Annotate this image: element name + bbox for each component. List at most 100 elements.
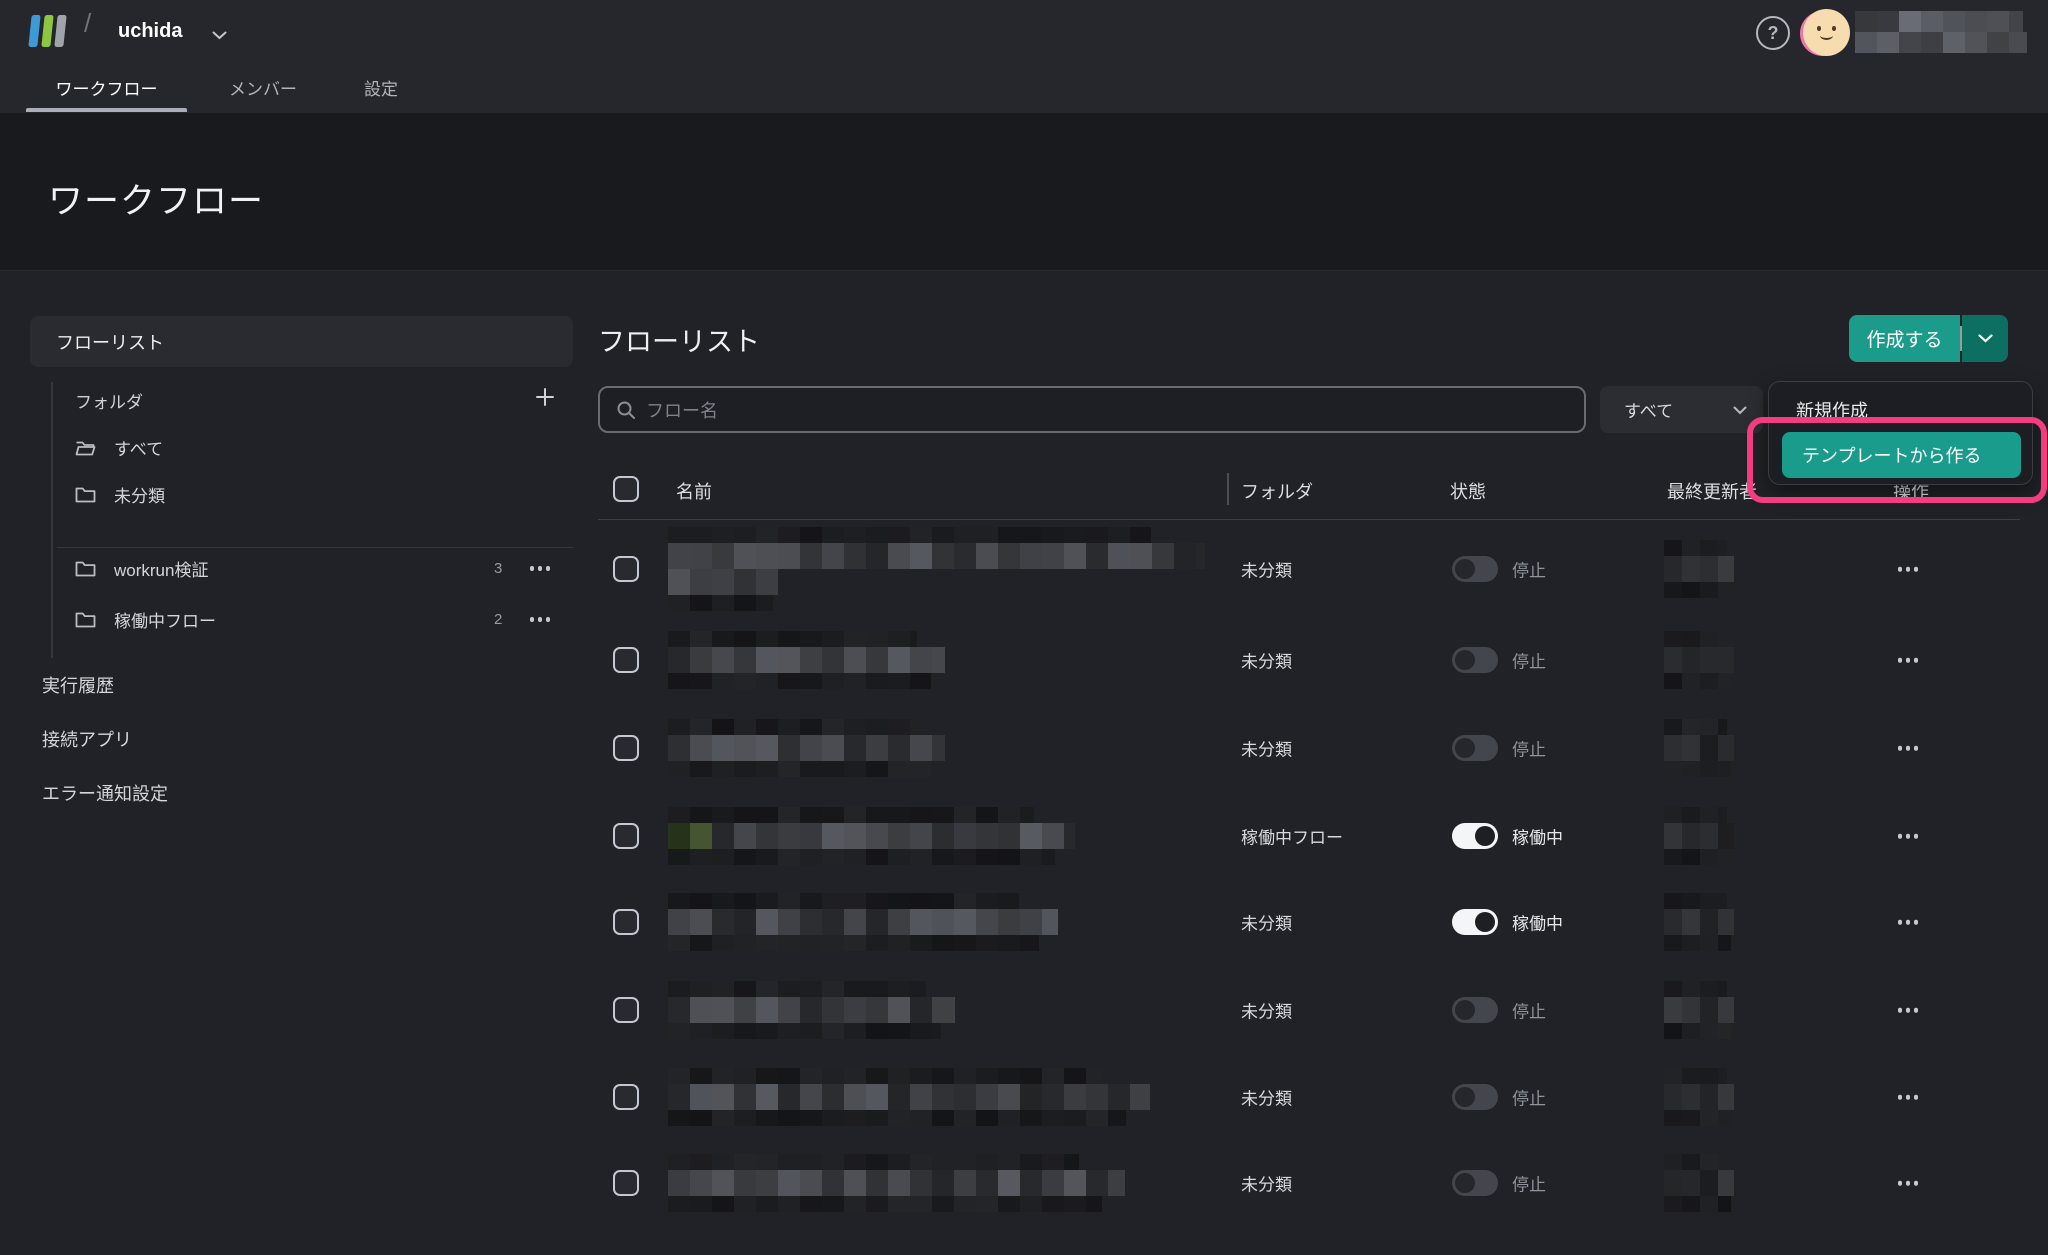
status-label: 停止 [1512,648,1546,673]
tab-メンバー[interactable]: メンバー [204,62,322,112]
workspace-name[interactable]: uchida [118,20,182,43]
sidebar-item-flow-list[interactable]: フローリスト [30,316,573,367]
folder-label: 未分類 [114,482,165,507]
sidebar-indent-guide [51,382,53,658]
filter-chevron-down-icon [1733,400,1747,420]
updated-by-redacted [1664,1068,1734,1126]
folder-menu-button[interactable] [528,617,552,622]
status-label: 停止 [1512,1171,1546,1196]
column-header-フォルダ: フォルダ [1241,478,1313,504]
row-folder: 未分類 [1241,557,1292,582]
row-menu-button[interactable] [1896,1181,1920,1186]
sidebar-folder-すべて[interactable]: すべて [75,432,163,462]
row-folder: 未分類 [1241,736,1292,761]
sidebar-folder-未分類[interactable]: 未分類 [75,479,165,509]
search-icon [616,400,636,420]
folder-label: すべて [114,435,163,460]
row-menu-button[interactable] [1896,567,1920,572]
toggle-knob [1475,826,1495,846]
column-header-最終更新者: 最終更新者 [1667,478,1757,504]
row-checkbox[interactable] [613,556,639,582]
folders-section-label: フォルダ [75,388,143,413]
flow-name-redacted [668,807,1075,865]
avatar[interactable] [1803,9,1850,56]
breadcrumb-separator: / [84,8,91,39]
toggle-knob [1475,912,1495,932]
row-folder: 未分類 [1241,648,1292,673]
row-checkbox[interactable] [613,1084,639,1110]
row-checkbox[interactable] [613,997,639,1023]
toggle-knob [1455,738,1475,758]
row-menu-button[interactable] [1896,834,1920,839]
status-toggle[interactable] [1452,735,1498,761]
folder-icon [75,486,96,503]
sidebar-item-実行履歴[interactable]: 実行履歴 [42,672,114,698]
workspace-chevron-down-icon[interactable] [212,27,227,45]
add-folder-button[interactable] [532,384,558,410]
column-header-状態: 状態 [1450,478,1486,504]
status-filter-select[interactable]: すべて [1600,386,1763,433]
app-logo-icon[interactable] [30,15,65,47]
row-checkbox[interactable] [613,823,639,849]
workflow-app: / uchida ? ワークフローメンバー設定 ワークフロー フローリスト フォ… [0,0,2048,1255]
search-placeholder: フロー名 [646,397,718,423]
folder-icon [75,560,96,577]
updated-by-redacted [1664,807,1734,865]
row-checkbox[interactable] [613,909,639,935]
column-separator [1227,473,1229,505]
row-checkbox[interactable] [613,735,639,761]
sidebar-folder-稼働中フロー[interactable]: 稼働中フロー [75,604,216,634]
select-all-checkbox[interactable] [613,476,639,502]
updated-by-redacted [1664,540,1734,598]
status-label: 停止 [1512,557,1546,582]
row-checkbox[interactable] [613,1170,639,1196]
list-heading: フローリスト [598,320,760,359]
status-label: 稼働中 [1512,910,1563,935]
status-toggle[interactable] [1452,909,1498,935]
toggle-knob [1455,1087,1475,1107]
help-icon[interactable]: ? [1756,16,1790,50]
sidebar-divider [57,547,573,548]
row-menu-button[interactable] [1896,658,1920,663]
updated-by-redacted [1664,981,1734,1039]
create-menu-chevron-down-icon[interactable] [1962,315,2008,362]
row-checkbox[interactable] [613,647,639,673]
menu-item-新規作成[interactable]: 新規作成 [1782,392,1868,428]
updated-by-redacted [1664,1154,1734,1212]
row-folder: 稼働中フロー [1241,824,1343,849]
row-menu-button[interactable] [1896,920,1920,925]
status-label: 稼働中 [1512,824,1563,849]
status-toggle[interactable] [1452,647,1498,673]
row-menu-button[interactable] [1896,746,1920,751]
status-toggle[interactable] [1452,1170,1498,1196]
page-header: ワークフロー [0,113,2048,271]
status-toggle[interactable] [1452,823,1498,849]
status-toggle[interactable] [1452,997,1498,1023]
status-label: 停止 [1512,1085,1546,1110]
tab-ワークフロー[interactable]: ワークフロー [26,62,187,112]
folder-count: 2 [494,604,502,634]
sidebar-folder-workrun検証[interactable]: workrun検証 [75,553,208,583]
row-folder: 未分類 [1241,1171,1292,1196]
status-label: 停止 [1512,736,1546,761]
toggle-knob [1455,1000,1475,1020]
filter-value: すべて [1624,397,1673,422]
folder-count: 3 [494,553,502,583]
row-folder: 未分類 [1241,1085,1292,1110]
status-toggle[interactable] [1452,1084,1498,1110]
status-toggle[interactable] [1452,556,1498,582]
flow-name-redacted [668,719,945,777]
menu-item-テンプレートから作る[interactable]: テンプレートから作る [1782,432,2021,478]
tab-設定[interactable]: 設定 [336,62,426,112]
sidebar-item-接続アプリ[interactable]: 接続アプリ [42,726,132,752]
row-menu-button[interactable] [1896,1008,1920,1013]
column-header-名前: 名前 [676,478,712,504]
flow-name-redacted [668,1068,1150,1126]
flow-name-redacted [668,1154,1125,1212]
row-menu-button[interactable] [1896,1095,1920,1100]
search-input[interactable]: フロー名 [598,386,1586,433]
toggle-knob [1455,1173,1475,1193]
folder-menu-button[interactable] [528,566,552,571]
create-button[interactable]: 作成する [1849,315,1960,362]
sidebar-item-エラー通知設定[interactable]: エラー通知設定 [42,780,168,806]
